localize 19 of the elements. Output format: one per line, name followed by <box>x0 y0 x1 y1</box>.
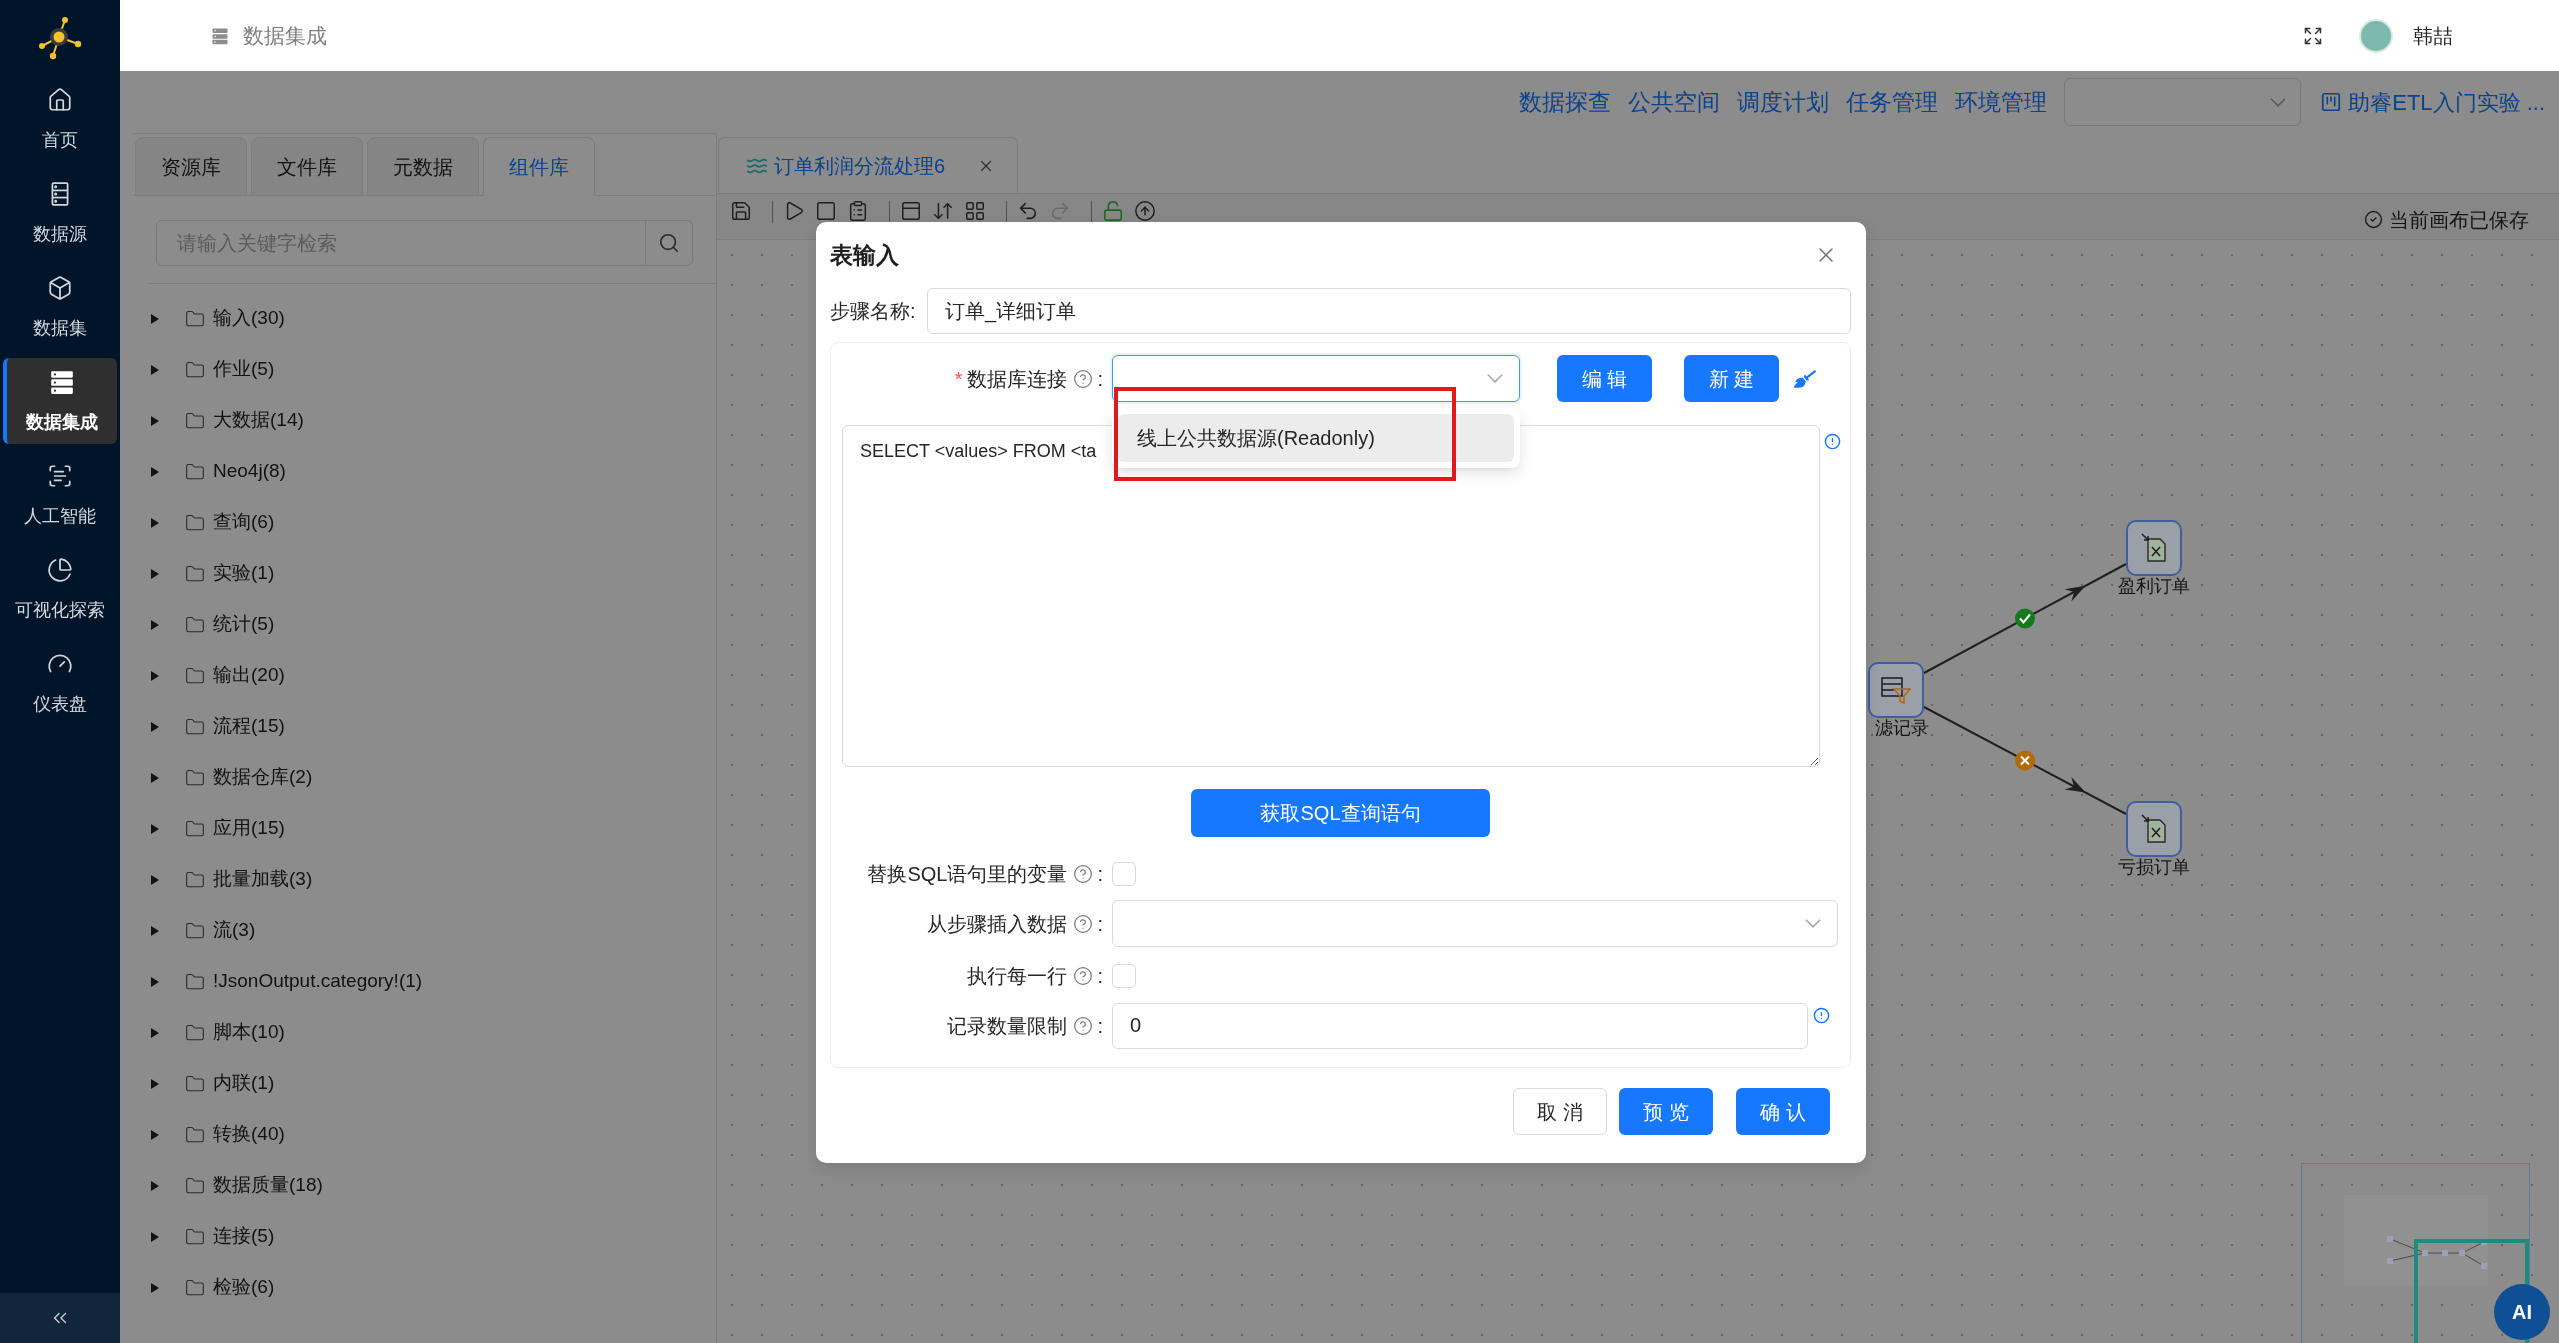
required-mark: * <box>954 366 963 392</box>
dialog-title: 表输入 <box>830 240 899 270</box>
user-name: 韩喆 <box>2413 23 2453 49</box>
field-label: 执行每一行 <box>967 963 1068 989</box>
node-label: 盈利订单 <box>2118 576 2190 596</box>
node-label: 亏损订单 <box>2118 857 2190 877</box>
label-colon: : <box>1097 1013 1103 1039</box>
page-title: 数据集成 <box>243 22 327 49</box>
label-colon: : <box>1097 911 1103 937</box>
save-status: 当前画布已保存 <box>2389 207 2529 233</box>
label-colon: : <box>1097 861 1103 887</box>
field-label: 数据库连接 <box>967 366 1068 392</box>
field-label: 从步骤插入数据 <box>927 911 1068 937</box>
label-colon: : <box>1097 366 1103 392</box>
node-label: 滤记录 <box>1875 718 1929 738</box>
field-label: 步骤名称: <box>830 299 917 324</box>
field-label: 替换SQL语句里的变量 <box>867 861 1068 887</box>
field-label: 记录数量限制 <box>947 1013 1068 1039</box>
label-colon: : <box>1097 963 1103 989</box>
